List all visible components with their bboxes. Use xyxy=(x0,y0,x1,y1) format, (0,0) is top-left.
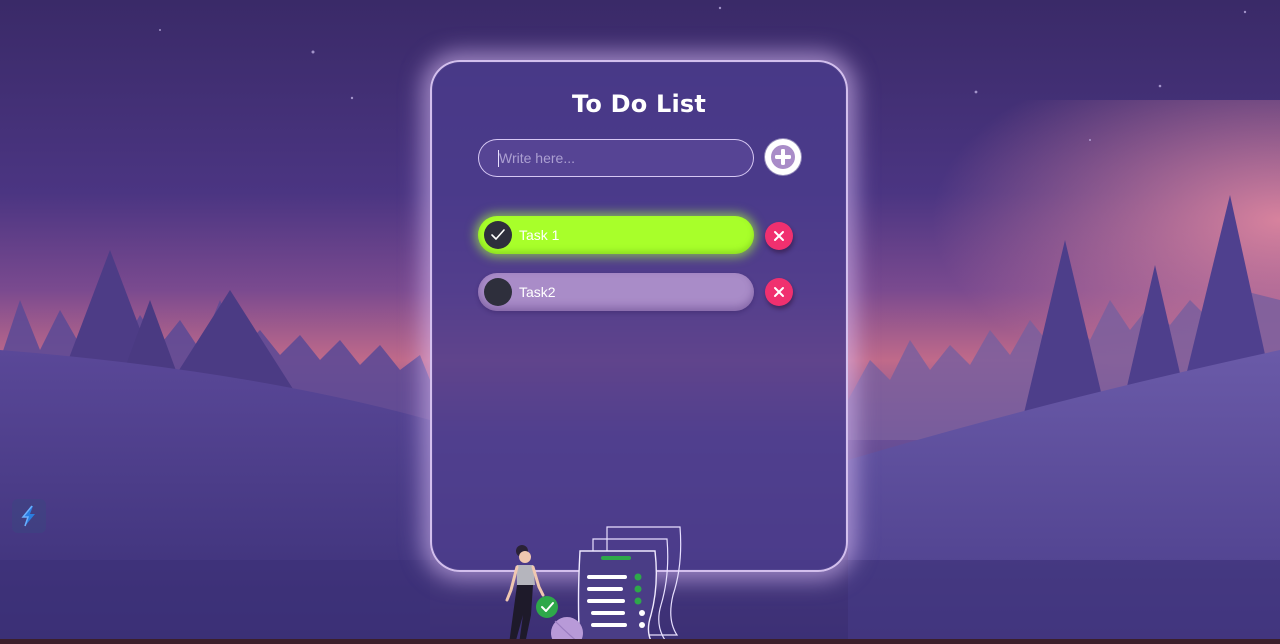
delete-task-button[interactable] xyxy=(765,278,793,306)
lightning-logo-icon xyxy=(21,505,35,527)
plus-circle-icon xyxy=(768,142,798,172)
task-input-wrapper[interactable] xyxy=(478,139,754,177)
bottom-edge-bar xyxy=(0,639,1280,644)
task-checkbox-unchecked[interactable] xyxy=(484,278,512,306)
checkmark-icon xyxy=(491,229,505,240)
checklist-illustration xyxy=(505,526,682,644)
add-task-button[interactable] xyxy=(765,139,801,175)
task-label: Task2 xyxy=(519,284,556,300)
side-app-logo[interactable] xyxy=(12,499,46,533)
task-checkbox-checked[interactable] xyxy=(484,221,512,249)
task-item-pending[interactable]: Task2 xyxy=(478,273,754,311)
close-icon xyxy=(774,287,784,297)
app-title: To Do List xyxy=(571,90,707,118)
delete-task-button[interactable] xyxy=(765,222,793,250)
task-input[interactable] xyxy=(479,140,753,176)
close-icon xyxy=(774,231,784,241)
text-caret xyxy=(498,150,499,167)
task-label: Task 1 xyxy=(519,227,560,243)
task-item-completed[interactable]: Task 1 xyxy=(478,216,754,254)
todo-card: To Do List Task 1 Task2 xyxy=(430,60,848,572)
